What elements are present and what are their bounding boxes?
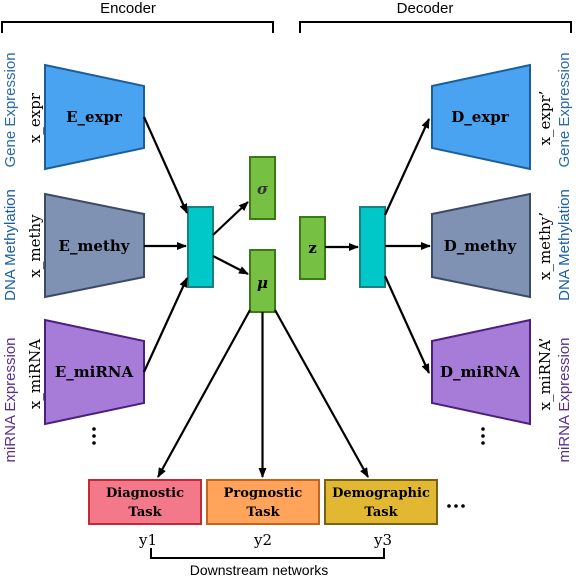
mu-node: μ xyxy=(249,249,276,313)
decoder-bracket xyxy=(299,21,572,33)
prognostic-task-box: Prognostic Task xyxy=(206,479,320,525)
svg-text:μ: μ xyxy=(257,274,268,292)
task-output-y3: y3 xyxy=(373,531,392,549)
input-label-methy: x_methy xyxy=(26,214,44,278)
encoder-bracket xyxy=(1,21,274,33)
decoder-header: Decoder xyxy=(397,0,454,17)
svg-text:Task: Task xyxy=(246,505,280,520)
encoder-ellipsis xyxy=(92,427,96,445)
arrows xyxy=(142,116,431,478)
side-label-mirna-expression-left: miRNA Expression xyxy=(2,337,19,462)
side-label-gene-expression-left: Gene Expression xyxy=(2,52,19,167)
svg-text:Demographic: Demographic xyxy=(332,486,430,501)
side-label-gene-expression-right: Gene Expression xyxy=(556,52,573,167)
encoder-header: Encoder xyxy=(100,0,156,17)
z-node: z xyxy=(299,216,326,280)
svg-text:E_expr: E_expr xyxy=(66,108,123,126)
side-label-mirna-expression-right: miRNA Expression xyxy=(556,337,573,462)
decoder-ellipsis xyxy=(481,427,485,445)
svg-text:E_miRNA: E_miRNA xyxy=(55,363,134,381)
task-output-y2: y2 xyxy=(253,531,272,549)
svg-text:D_methy: D_methy xyxy=(444,237,518,255)
diagnostic-task-box: Diagnostic Task xyxy=(88,479,202,525)
demographic-task-box: Demographic Task xyxy=(324,479,438,525)
encoder-hidden-layer xyxy=(187,206,214,288)
task-ellipsis xyxy=(447,504,465,508)
diagram-canvas: Encoder Decoder Gene Expression DNA Meth… xyxy=(1,0,573,578)
decoder-expr: D_expr xyxy=(431,63,531,171)
sigma-node: σ xyxy=(249,156,276,220)
side-label-dna-methylation-left: DNA Methylation xyxy=(2,189,19,301)
input-label-mirna: x_miRNA xyxy=(26,339,44,409)
downstream-label: Downstream networks xyxy=(190,562,329,578)
side-label-dna-methylation-right: DNA Methylation xyxy=(556,189,573,301)
output-label-mirna: x_miRNA’ xyxy=(536,338,554,411)
output-label-methy: x_methy’ xyxy=(536,212,554,280)
encoder-methy: E_methy xyxy=(44,192,145,299)
input-label-expr: x_expr xyxy=(26,92,44,143)
svg-text:Diagnostic: Diagnostic xyxy=(106,486,184,501)
decoder-mirna: D_miRNA xyxy=(431,318,531,426)
svg-text:Task: Task xyxy=(364,505,398,520)
downstream-bracket xyxy=(150,548,385,559)
svg-text:Prognostic: Prognostic xyxy=(224,486,303,501)
svg-text:E_methy: E_methy xyxy=(59,237,131,255)
decoder-methy: D_methy xyxy=(431,192,531,299)
encoder-mirna: E_miRNA xyxy=(44,318,145,426)
output-label-expr: x_expr’ xyxy=(536,91,554,146)
task-output-y1: y1 xyxy=(138,531,157,549)
svg-text:z: z xyxy=(308,239,317,257)
decoder-hidden-layer xyxy=(359,206,386,288)
svg-text:D_expr: D_expr xyxy=(451,108,509,126)
svg-text:Task: Task xyxy=(128,505,162,520)
encoder-expr: E_expr xyxy=(44,63,145,171)
svg-text:D_miRNA: D_miRNA xyxy=(440,363,520,381)
svg-text:σ: σ xyxy=(257,180,269,198)
multi-omics-vae-diagram: Encoder Decoder Gene Expression DNA Meth… xyxy=(0,0,578,578)
